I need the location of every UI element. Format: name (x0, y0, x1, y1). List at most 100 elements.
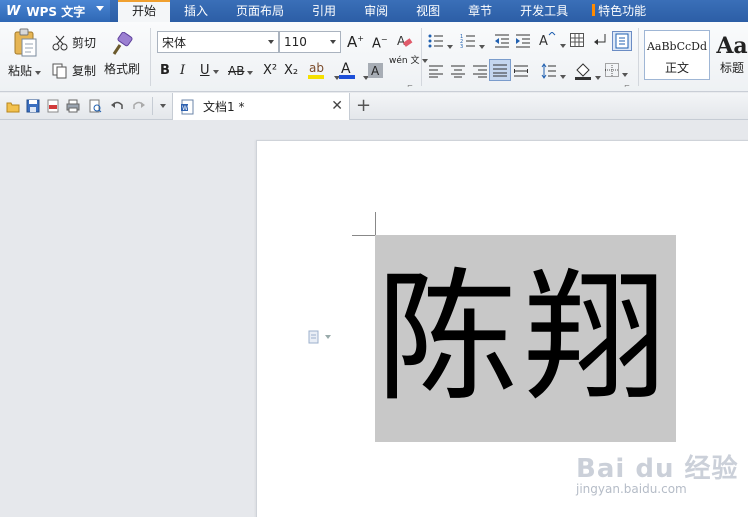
phonetic-guide-button[interactable]: wén 文 (389, 56, 429, 67)
menu-bar: W WPS 文字 开始 插入 页面布局 引用 审阅 视图 章节 开发工具 特色功… (0, 0, 748, 22)
highlight-color-button[interactable]: ab (307, 60, 341, 84)
group-divider (421, 28, 422, 86)
underline-button[interactable]: U (200, 63, 219, 78)
brush-icon (112, 32, 133, 55)
copy-button[interactable]: 复制 (52, 62, 96, 79)
copy-icon (52, 63, 67, 78)
print-icon[interactable] (66, 99, 80, 113)
text-direction-icon: A (539, 31, 556, 49)
svg-text:3: 3 (460, 44, 463, 49)
strikethrough-label: AB (228, 64, 245, 78)
align-right-icon (473, 65, 487, 78)
subscript-button[interactable]: X₂ (284, 63, 298, 78)
paragraph-options-icon[interactable] (308, 330, 331, 344)
cut-button[interactable]: 剪切 (52, 34, 96, 51)
clear-format-button[interactable]: A (397, 33, 413, 53)
character-shading-button[interactable]: A (368, 63, 384, 83)
align-left-button[interactable] (429, 64, 443, 82)
tab-special-label: 特色功能 (598, 4, 647, 18)
paste-button[interactable]: 粘贴 (8, 28, 42, 79)
strikethrough-button[interactable]: AB (228, 64, 254, 78)
highlighter-icon: ab (308, 61, 324, 79)
text-direction-button[interactable]: A (539, 31, 566, 52)
document-tab[interactable]: W 文档1 * ✕ (172, 93, 350, 120)
style-heading-preview: Aa (716, 33, 748, 59)
customize-toolbar-chevron-icon[interactable] (160, 104, 166, 108)
paste-label: 粘贴 (8, 64, 33, 78)
paragraph-shading-button[interactable] (574, 62, 601, 84)
line-spacing-button[interactable] (541, 63, 566, 83)
indent-icon (516, 34, 530, 48)
open-folder-icon[interactable] (6, 99, 20, 113)
paragraph-dialog-launcher[interactable]: ⌐ (624, 82, 630, 90)
paste-icon (14, 28, 36, 57)
watermark: Bai du 经验 jingyan.baidu.com (576, 448, 746, 508)
font-color-button[interactable]: A (338, 60, 370, 84)
scissors-icon (52, 35, 68, 50)
tab-references[interactable]: 引用 (298, 0, 350, 22)
tab-section[interactable]: 章节 (454, 0, 506, 22)
tab-home[interactable]: 开始 (118, 0, 171, 22)
quick-access-toolbar: W 文档1 * ✕ + (0, 93, 748, 120)
redo-icon[interactable] (132, 99, 146, 113)
justify-icon (493, 64, 507, 77)
grow-font-button[interactable]: A+ (347, 33, 364, 51)
shrink-font-button[interactable]: A− (372, 35, 388, 51)
style-heading[interactable]: Aa 标题 (712, 30, 748, 80)
svg-text:W: W (182, 105, 188, 112)
tab-special-features[interactable]: 特色功能 (582, 0, 660, 22)
table-button[interactable] (570, 33, 584, 51)
return-icon (594, 34, 606, 45)
chevron-down-icon (325, 335, 331, 339)
close-icon[interactable]: ✕ (331, 98, 343, 114)
new-tab-plus-icon[interactable]: + (356, 95, 371, 116)
font-name-select[interactable]: 宋体 (157, 31, 279, 53)
align-right-button[interactable] (473, 64, 487, 82)
save-icon[interactable] (26, 99, 40, 113)
show-formatting-button[interactable] (612, 31, 632, 51)
line-break-button[interactable] (594, 33, 608, 51)
align-center-button[interactable] (451, 64, 465, 82)
chevron-down-icon (595, 76, 601, 80)
shading-icon: A (368, 63, 383, 78)
font-color-icon: A (339, 61, 355, 79)
export-pdf-icon[interactable] (46, 99, 60, 113)
svg-text:A: A (539, 34, 548, 48)
app-menu-button[interactable]: W WPS 文字 (0, 0, 110, 22)
font-size-value: 110 (284, 35, 307, 49)
superscript-button[interactable]: X² (263, 63, 277, 78)
italic-button[interactable]: I (180, 63, 185, 78)
document-tab-name: 文档1 * (203, 100, 245, 114)
style-normal[interactable]: AaBbCcDd 正文 (644, 30, 710, 80)
tab-review[interactable]: 审阅 (350, 0, 402, 22)
bold-button[interactable]: B (160, 63, 170, 78)
bullet-list-button[interactable] (428, 33, 453, 53)
borders-button[interactable] (605, 63, 628, 81)
bullet-list-icon (428, 34, 443, 48)
tab-view[interactable]: 视图 (402, 0, 454, 22)
tab-developer[interactable]: 开发工具 (506, 0, 582, 22)
tab-page-layout[interactable]: 页面布局 (222, 0, 298, 22)
numbered-list-icon: 123 (460, 34, 475, 50)
justify-button[interactable] (489, 59, 511, 81)
numbered-list-button[interactable]: 123 (460, 33, 485, 53)
document-body-text[interactable]: 陈翔 (376, 244, 676, 434)
decrease-indent-button[interactable] (494, 33, 510, 53)
group-divider (638, 28, 639, 86)
font-size-select[interactable]: 110 (279, 31, 341, 53)
page-frame-icon (615, 33, 629, 49)
ribbon-tabs: 开始 插入 页面布局 引用 审阅 视图 章节 开发工具 特色功能 (118, 0, 660, 22)
table-icon (570, 33, 584, 47)
app-name: WPS 文字 (26, 4, 86, 19)
font-dialog-launcher[interactable]: ⌐ (407, 82, 413, 90)
undo-icon[interactable] (110, 99, 124, 113)
chevron-down-icon (560, 75, 566, 79)
distribute-button[interactable] (514, 64, 528, 82)
chevron-down-icon (422, 59, 429, 63)
svg-text:A: A (371, 64, 380, 78)
chevron-down-icon (96, 6, 104, 11)
print-preview-icon[interactable] (88, 99, 102, 113)
tab-insert[interactable]: 插入 (170, 0, 222, 22)
increase-indent-button[interactable] (515, 33, 531, 53)
format-painter-button[interactable]: 格式刷 (104, 32, 140, 77)
